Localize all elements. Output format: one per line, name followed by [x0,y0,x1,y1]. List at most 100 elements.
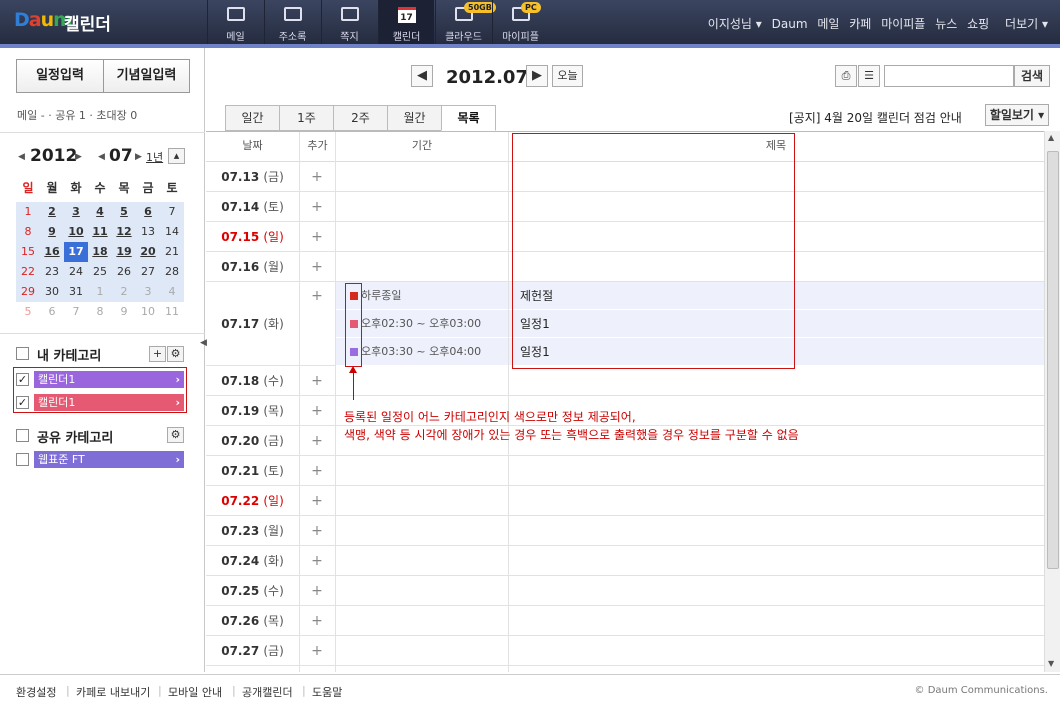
mini-calendar-day[interactable]: 6 [136,202,160,222]
category-settings-gear-icon[interactable]: ⚙ [167,346,184,362]
mini-calendar-day[interactable]: 20 [136,242,160,262]
mini-calendar-day[interactable]: 9 [40,222,64,242]
month-next-icon[interactable]: ▶ [135,152,142,162]
mini-calendar-day[interactable]: 16 [40,242,64,262]
year-next-icon[interactable]: ▶ [75,152,82,162]
link-cafe[interactable]: 카페 [849,17,871,31]
tab-view-4[interactable]: 월간 [387,105,442,131]
mini-calendar-day[interactable]: 2 [40,202,64,222]
mini-calendar-day[interactable]: 10 [136,302,160,322]
mini-calendar-day[interactable]: 8 [88,302,112,322]
mini-calendar-day[interactable]: 19 [112,242,136,262]
mini-calendar-day[interactable]: 7 [160,202,184,222]
tab-view-2[interactable]: 1주 [279,105,334,131]
tab-view-3[interactable]: 2주 [333,105,388,131]
footer-link[interactable]: 공개캘린더 [242,684,293,700]
mini-calendar-day[interactable]: 21 [160,242,184,262]
mini-calendar-day[interactable]: 3 [64,202,88,222]
next-period-button[interactable]: ▶ [526,65,548,87]
nav-note[interactable]: 쪽지 [321,0,377,44]
mini-calendar-day[interactable]: 5 [112,202,136,222]
mini-calendar-day[interactable]: 25 [88,262,112,282]
today-button[interactable]: 오늘 [552,65,583,87]
add-event-plus-icon[interactable]: + [299,366,335,396]
mini-calendar-day[interactable]: 18 [88,242,112,262]
mini-calendar-day[interactable]: 5 [16,302,40,322]
mini-calendar-day[interactable]: 29 [16,282,40,302]
mini-calendar-day[interactable]: 30 [40,282,64,302]
add-event-button[interactable]: 일정입력 [16,59,104,93]
prev-period-button[interactable]: ◀ [411,65,433,87]
tab-view-1[interactable]: 일간 [225,105,280,131]
mini-calendar-day[interactable]: 17 [64,242,88,262]
nav-mail[interactable]: 메일 [207,0,263,44]
mini-calendar-day[interactable]: 2 [112,282,136,302]
link-shopping[interactable]: 쇼핑 [967,17,989,31]
notice-link[interactable]: [공지] 4월 20일 캘린더 점검 안내 [789,109,962,126]
mini-calendar-day[interactable]: 27 [136,262,160,282]
mini-calendar-day[interactable]: 3 [136,282,160,302]
add-event-plus-icon[interactable]: + [299,576,335,606]
add-event-plus-icon[interactable]: + [299,282,335,310]
add-event-plus-icon[interactable]: + [299,456,335,486]
add-event-plus-icon[interactable]: + [299,636,335,666]
link-news[interactable]: 뉴스 [935,17,957,31]
add-event-plus-icon[interactable]: + [299,546,335,576]
mini-calendar-day[interactable]: 11 [88,222,112,242]
collapse-mini-calendar-button[interactable]: ▴ [168,148,185,164]
mini-calendar-day[interactable]: 13 [136,222,160,242]
footer-link[interactable]: 환경설정 [16,684,56,700]
mini-calendar-day[interactable]: 7 [64,302,88,322]
footer-link[interactable]: 모바일 안내 [168,684,222,700]
add-event-plus-icon[interactable]: + [299,192,335,222]
add-category-button[interactable]: + [149,346,166,362]
mini-calendar-day[interactable]: 11 [160,302,184,322]
mini-calendar-day[interactable]: 24 [64,262,88,282]
app-name[interactable]: 캘린더 [64,10,111,35]
scroll-thumb[interactable] [1047,151,1059,569]
add-event-plus-icon[interactable]: + [299,222,335,252]
category-checkbox[interactable] [16,453,29,466]
mini-calendar-day[interactable]: 4 [88,202,112,222]
mini-calendar-day[interactable]: 23 [40,262,64,282]
nav-calendar[interactable]: 17 캘린더 [378,0,434,44]
mini-calendar-day[interactable]: 28 [160,262,184,282]
link-mypeople[interactable]: 마이피플 [881,17,925,31]
scroll-down-icon[interactable]: ▼ [1048,659,1054,668]
list-scrollbar[interactable]: ▲ ▼ [1044,131,1060,672]
footer-link[interactable]: 카페로 내보내기 [76,684,150,700]
tab-view-5[interactable]: 목록 [441,105,496,131]
list-export-icon[interactable]: ☰ [858,65,880,87]
link-mail[interactable]: 메일 [817,17,839,31]
add-event-plus-icon[interactable]: + [299,426,335,456]
mini-calendar-day[interactable]: 15 [16,242,40,262]
month-prev-icon[interactable]: ◀ [98,152,105,162]
add-event-plus-icon[interactable]: + [299,486,335,516]
add-event-plus-icon[interactable]: + [299,516,335,546]
mini-calendar-day[interactable]: 22 [16,262,40,282]
search-input[interactable] [884,65,1014,87]
mini-calendar-day[interactable]: 14 [160,222,184,242]
mini-calendar-day[interactable]: 10 [64,222,88,242]
print-icon[interactable]: ⎙ [835,65,857,87]
mini-calendar-day[interactable]: 31 [64,282,88,302]
scroll-up-icon[interactable]: ▲ [1048,133,1054,142]
add-event-plus-icon[interactable]: + [299,252,335,282]
search-button[interactable]: 검색 [1014,65,1050,87]
mini-calendar-day[interactable]: 9 [112,302,136,322]
mini-calendar-day[interactable]: 12 [112,222,136,242]
nav-addressbook[interactable]: 주소록 [264,0,320,44]
add-event-plus-icon[interactable]: + [299,162,335,192]
nav-cloud[interactable]: 50GB 클라우드 [435,0,496,44]
mini-calendar-day[interactable]: 1 [88,282,112,302]
todo-view-button[interactable]: 할일보기 ▾ [985,104,1049,126]
year-view-link[interactable]: 1년 [146,149,163,165]
shared-category-checkbox[interactable] [16,429,29,442]
link-daum[interactable]: Daum [772,17,808,31]
mini-calendar-day[interactable]: 1 [16,202,40,222]
add-event-plus-icon[interactable]: + [299,606,335,636]
mini-calendar-day[interactable]: 6 [40,302,64,322]
mini-calendar-day[interactable]: 4 [160,282,184,302]
nav-mypeople[interactable]: PC 마이피플 [492,0,548,44]
category-item[interactable]: 웹표준 FT › [34,451,184,468]
